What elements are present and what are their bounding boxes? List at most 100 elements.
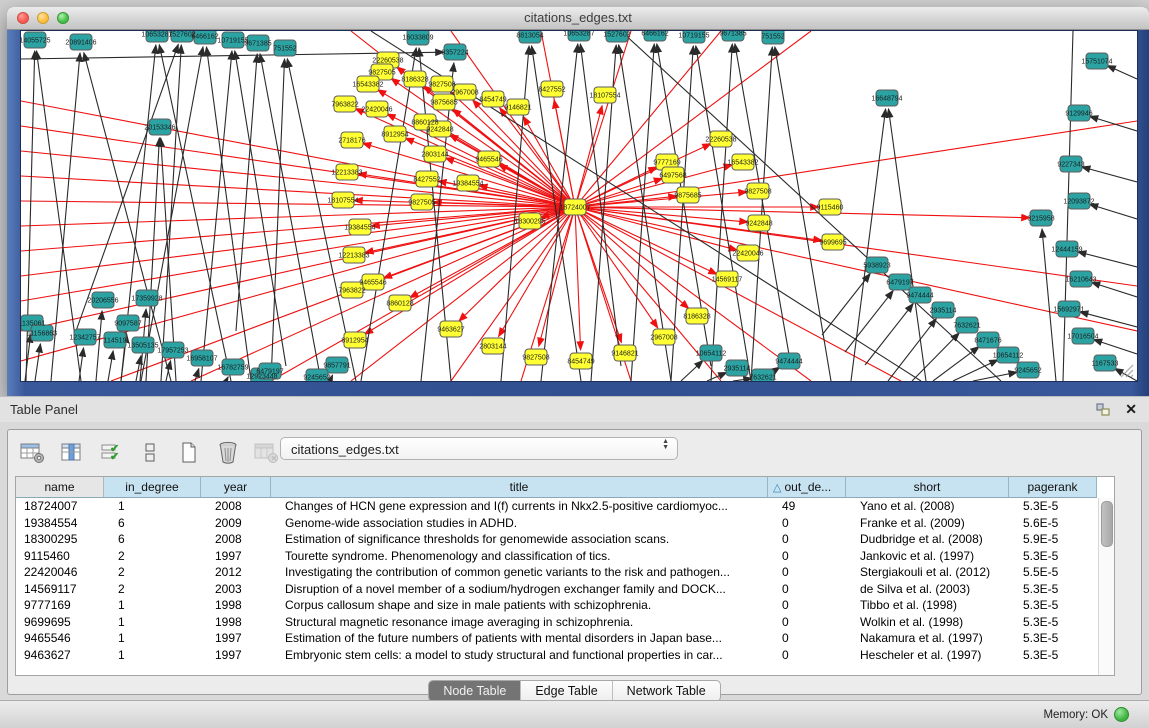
table-row[interactable]: 911546021997Tourette syndrome. Phenomeno… [16,548,1114,565]
table-cell: 14569117 [16,581,104,598]
memory-ok-led-icon [1114,707,1129,722]
table-scrollbar[interactable] [1098,498,1114,675]
graph-node-label: 7963822 [331,102,358,109]
graph-node-label: 10719155 [678,33,709,40]
graph-edge [1107,66,1137,79]
column-header-pagerank[interactable]: pagerank [1009,477,1097,498]
table-row[interactable]: 1938455462009Genome-wide association stu… [16,515,1114,532]
select-mode-icon[interactable]: ✔ ✔ [98,441,124,465]
table-cell: Jankovic et al. (1997) [846,548,1009,565]
table-cell: Embryonic stem cells: a model to study s… [271,647,768,664]
delete-table-icon[interactable]: ✕ [254,441,280,465]
table-row[interactable]: 1830029562008Estimation of significance … [16,531,1114,548]
graph-node-label: 8860128 [386,301,413,308]
graph-node-label: 10653287 [563,31,594,38]
graph-edge [1093,339,1137,354]
graph-node-label: 22420046 [732,251,763,258]
table-row[interactable]: 977716911998Corpus callosum shape and si… [16,597,1114,614]
column-header-short[interactable]: short [846,477,1009,498]
graph-node-label: 9465546 [475,157,502,164]
graph-node-label: 3215958 [1027,216,1054,223]
table-cell: Changes of HCN gene expression and I(f) … [271,498,768,515]
table-cell: Corpus callosum shape and size in male p… [271,597,768,614]
graph-edge [681,361,703,381]
table-row[interactable]: 2242004622012Investigating the contribut… [16,564,1114,581]
table-cell: Dudbridge et al. (2008) [846,531,1009,548]
delete-column-icon[interactable] [215,441,241,465]
table-settings-icon[interactable] [20,441,46,465]
table-cell: Structural magnetic resonance image aver… [271,614,768,631]
graph-node-label: 17957253 [157,348,188,355]
memory-label: Memory: OK [1043,709,1108,721]
graph-edge [707,372,727,381]
table-cell: Disruption of a novel member of a sodium… [271,581,768,598]
graph-node-label: 114519 [104,338,127,345]
table-cell: 5.3E-5 [1009,630,1097,647]
table-cell: 6 [104,515,201,532]
graph-node-label: 16648794 [871,96,902,103]
scrollbar-thumb[interactable] [1101,501,1113,547]
tab-edge-table[interactable]: Edge Table [521,681,612,701]
graph-edge [1090,116,1137,131]
graph-node-label: 9242848 [426,127,453,134]
graph-node-label: 11156863 [27,331,57,338]
float-panel-icon[interactable] [1095,402,1111,417]
network-canvas[interactable]: 1872400722260538982750516543382818632898… [20,30,1138,382]
table-row[interactable]: 969969511998Structural magnetic resonanc… [16,614,1114,631]
graph-edge [25,334,31,381]
column-header-title[interactable]: title [271,477,768,498]
merge-tables-icon[interactable] [137,441,163,465]
column-header-indegree[interactable]: in_degree [104,477,201,498]
table-cell: Franke et al. (2009) [846,515,1009,532]
table-cell: Tourette syndrome. Phenomenology and cla… [271,548,768,565]
graph-node-label: 12444159 [1051,247,1082,254]
table-row[interactable]: 946554611997Estimation of the future num… [16,630,1114,647]
table-cell: 5.5E-5 [1009,564,1097,581]
graph-edge [21,207,575,226]
graph-node-label: 7632621 [953,323,980,330]
column-header-name[interactable]: name [16,477,104,498]
network-table-select[interactable]: citations_edges.txt ▲▼ [280,437,678,460]
graph-node-label: 9245652 [1014,368,1041,375]
table-row[interactable]: 1456911722003Disruption of a novel membe… [16,581,1114,598]
table-cell: 2008 [201,498,271,515]
graph-node-label: 8454749 [567,359,594,366]
window-title: citations_edges.txt [7,10,1149,25]
close-panel-icon[interactable]: ✕ [1125,401,1137,417]
graph-edge [889,109,926,381]
table-cell: 2012 [201,564,271,581]
graph-edge [539,207,575,346]
resize-grip-icon[interactable] [1120,364,1134,378]
table-row[interactable]: 1872400712008Changes of HCN gene express… [16,498,1114,515]
graph-edge [575,31,721,207]
graph-node-label: 9827508 [428,82,455,89]
graph-node-label: 12093872 [1063,199,1094,206]
new-column-icon[interactable] [176,441,202,465]
window-titlebar[interactable]: citations_edges.txt [7,7,1149,30]
table-cell: 9115460 [16,548,104,565]
show-columns-icon[interactable] [59,441,85,465]
column-header-year[interactable]: year [201,477,271,498]
tab-node-table[interactable]: Node Table [429,681,521,701]
tab-network-table[interactable]: Network Table [613,681,720,701]
graph-edge [621,31,1001,381]
table-cell: 1997 [201,647,271,664]
graph-node-label: 17359928 [131,296,162,303]
table-cell: 1 [104,630,201,647]
table-header-row: namein_degreeyeartitle△out_de...shortpag… [16,477,1114,498]
column-header-outde[interactable]: △out_de... [768,477,846,498]
graph-node-label: 1135061 [21,321,45,328]
table-cell: 6 [104,531,201,548]
memory-indicator[interactable]: Memory: OK [1043,707,1129,722]
graph-edge [1090,204,1137,219]
table-cell: 1 [104,498,201,515]
graph-edge [751,47,772,381]
graph-node-label: 1167533 [1092,361,1119,368]
graph-node-label: 1527602 [603,32,630,39]
chevron-up-down-icon: ▲▼ [662,439,669,450]
table-row[interactable]: 946362711997Embryonic stem cells: a mode… [16,647,1114,664]
graph-edge [364,207,575,334]
table-cell: 18300295 [16,531,104,548]
svg-text:✔: ✔ [110,451,119,463]
table-cell: 0 [768,515,846,532]
